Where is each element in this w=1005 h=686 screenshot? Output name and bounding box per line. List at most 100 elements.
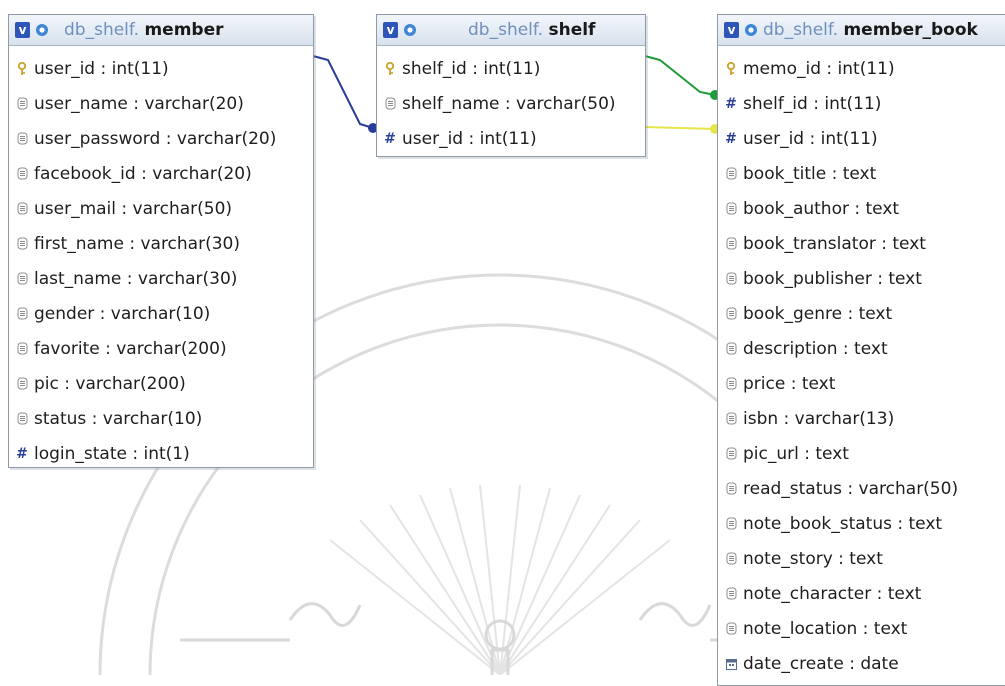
table-shelf[interactable]: v db_shelf. shelf shelf_id : int(11) shel… [376, 14, 646, 157]
column-label: book_publisher : text [743, 268, 922, 289]
column-label: last_name : varchar(30) [34, 268, 238, 289]
column-row[interactable]: note_character : text [718, 576, 1005, 611]
field-icon [724, 342, 738, 355]
column-row[interactable]: user_id : int(11) [9, 51, 313, 86]
field-icon [724, 412, 738, 425]
column-row[interactable]: # shelf_id : int(11) [718, 86, 1005, 121]
gear-icon[interactable] [743, 22, 759, 38]
column-row[interactable]: book_genre : text [718, 296, 1005, 331]
column-row[interactable]: date_create : date [718, 646, 1005, 681]
table-name: shelf [548, 20, 596, 40]
table-member[interactable]: v db_shelf. member user_id : int(11) user… [8, 14, 314, 468]
column-row[interactable]: note_location : text [718, 611, 1005, 646]
field-icon [15, 342, 29, 355]
column-row[interactable]: favorite : varchar(200) [9, 331, 313, 366]
column-row[interactable]: first_name : varchar(30) [9, 226, 313, 261]
column-label: shelf_id : int(11) [743, 93, 882, 114]
table-header[interactable]: v db_shelf. shelf [377, 15, 645, 46]
relation-member-shelf [312, 55, 378, 133]
column-label: login_state : int(1) [34, 443, 190, 464]
column-row[interactable]: pic_url : text [718, 436, 1005, 471]
column-row[interactable]: shelf_id : int(11) [377, 51, 645, 86]
field-icon [724, 307, 738, 320]
column-label: book_translator : text [743, 233, 926, 254]
primary-key-icon [15, 61, 29, 76]
field-icon [724, 447, 738, 460]
column-label: isbn : varchar(13) [743, 408, 895, 429]
schema-name: db_shelf. [64, 20, 140, 40]
column-label: memo_id : int(11) [743, 58, 895, 79]
column-label: date_create : date [743, 653, 899, 674]
column-label: book_genre : text [743, 303, 893, 324]
column-list: user_id : int(11) user_name : varchar(20)… [9, 46, 313, 471]
column-row[interactable]: book_author : text [718, 191, 1005, 226]
numeric-field-icon: # [384, 130, 396, 147]
column-row[interactable]: read_status : varchar(50) [718, 471, 1005, 506]
column-label: read_status : varchar(50) [743, 478, 959, 499]
column-label: user_id : int(11) [743, 128, 878, 149]
column-row[interactable]: pic : varchar(200) [9, 366, 313, 401]
field-icon [15, 412, 29, 425]
column-label: shelf_name : varchar(50) [402, 93, 616, 114]
column-row[interactable]: user_name : varchar(20) [9, 86, 313, 121]
toggle-icon[interactable]: v [383, 22, 398, 38]
column-row[interactable]: status : varchar(10) [9, 401, 313, 436]
primary-key-icon [383, 61, 397, 76]
column-label: pic_url : text [743, 443, 849, 464]
field-icon [724, 482, 738, 495]
column-row[interactable]: user_mail : varchar(50) [9, 191, 313, 226]
column-label: user_id : int(11) [34, 58, 169, 79]
table-name: member_book [843, 20, 978, 40]
field-icon [15, 272, 29, 285]
field-icon [15, 97, 29, 110]
column-row[interactable]: note_story : text [718, 541, 1005, 576]
column-row[interactable]: # user_id : int(11) [718, 121, 1005, 156]
column-label: user_password : varchar(20) [34, 128, 277, 149]
column-row[interactable]: book_translator : text [718, 226, 1005, 261]
column-row[interactable]: # user_id : int(11) [377, 121, 645, 156]
field-icon [724, 167, 738, 180]
column-row[interactable]: note_book_status : text [718, 506, 1005, 541]
toggle-icon[interactable]: v [724, 22, 739, 38]
column-row[interactable]: gender : varchar(10) [9, 296, 313, 331]
column-label: price : text [743, 373, 836, 394]
date-field-icon [724, 658, 738, 670]
field-icon [15, 237, 29, 250]
column-list: memo_id : int(11) # shelf_id : int(11) # use… [718, 46, 1005, 681]
gear-icon[interactable] [402, 22, 418, 38]
column-label: note_character : text [743, 583, 922, 604]
field-icon [724, 272, 738, 285]
column-label: note_location : text [743, 618, 908, 639]
column-row[interactable]: price : text [718, 366, 1005, 401]
table-member_book[interactable]: v db_shelf. member_book memo_id : int(11… [717, 14, 1005, 686]
field-icon [724, 517, 738, 530]
column-row[interactable]: book_title : text [718, 156, 1005, 191]
column-row[interactable]: last_name : varchar(30) [9, 261, 313, 296]
column-label: user_id : int(11) [402, 128, 537, 149]
column-row[interactable]: book_publisher : text [718, 261, 1005, 296]
field-icon [15, 202, 29, 215]
table-title: db_shelf. shelf [468, 20, 595, 40]
column-row[interactable]: # login_state : int(1) [9, 436, 313, 471]
relation-shelf-member_book-user [644, 124, 720, 134]
table-title: db_shelf. member_book [763, 20, 978, 40]
column-list: shelf_id : int(11) shelf_name : varchar(5… [377, 46, 645, 156]
toggle-icon[interactable]: v [15, 22, 30, 38]
field-icon [724, 377, 738, 390]
column-row[interactable]: shelf_name : varchar(50) [377, 86, 645, 121]
column-label: status : varchar(10) [34, 408, 203, 429]
field-icon [724, 622, 738, 635]
column-label: pic : varchar(200) [34, 373, 186, 394]
column-row[interactable]: memo_id : int(11) [718, 51, 1005, 86]
column-label: book_title : text [743, 163, 877, 184]
table-header[interactable]: v db_shelf. member [9, 15, 313, 46]
table-header[interactable]: v db_shelf. member_book [718, 15, 1005, 46]
column-row[interactable]: user_password : varchar(20) [9, 121, 313, 156]
numeric-field-icon: # [725, 130, 737, 147]
column-row[interactable]: isbn : varchar(13) [718, 401, 1005, 436]
column-label: user_name : varchar(20) [34, 93, 244, 114]
field-icon [15, 377, 29, 390]
column-row[interactable]: description : text [718, 331, 1005, 366]
column-row[interactable]: facebook_id : varchar(20) [9, 156, 313, 191]
gear-icon[interactable] [34, 22, 50, 38]
